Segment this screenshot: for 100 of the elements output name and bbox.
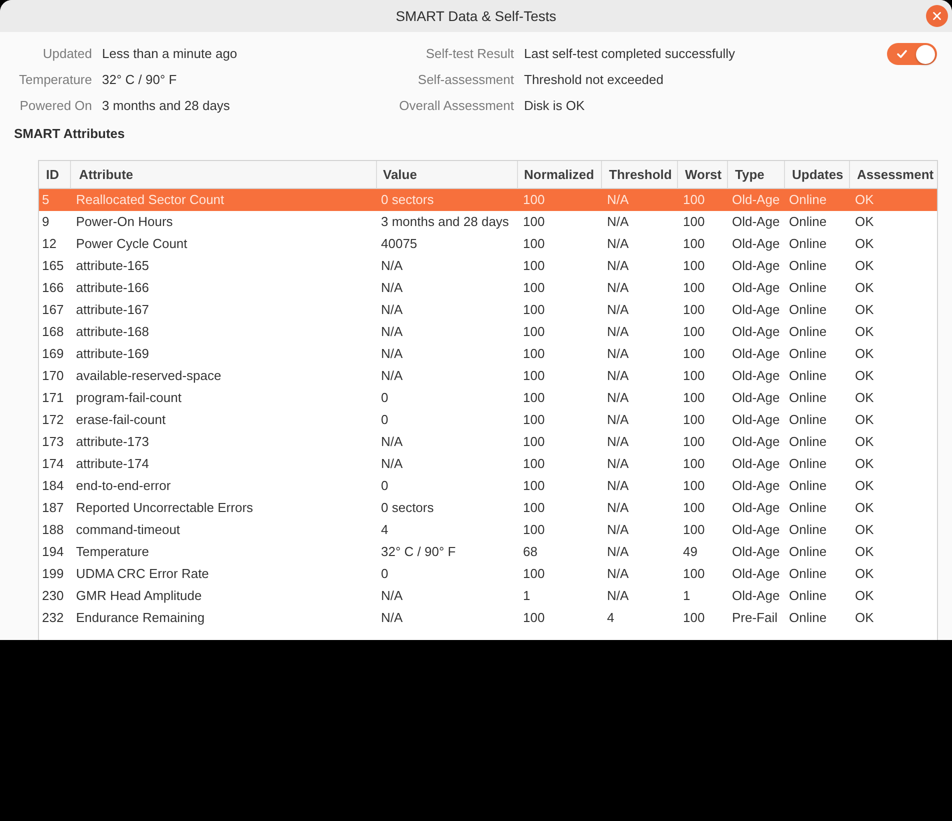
table-cell-text: 4	[380, 521, 390, 540]
table-cell-text: 184	[41, 477, 65, 496]
table-cell-text: Online	[788, 367, 828, 386]
table-cell-text: 12	[41, 235, 58, 254]
table-cell-text: attribute-167	[75, 301, 150, 320]
toggle-switch[interactable]	[887, 43, 937, 65]
table-cell-text: Temperature	[75, 543, 150, 562]
table-cell-text: 100	[522, 477, 546, 496]
table-cell-text: 166	[41, 279, 65, 298]
column-header[interactable]: Normalized	[517, 161, 601, 188]
table-cell-text: Online	[788, 521, 828, 540]
table-cell-text: attribute-166	[75, 279, 150, 298]
table-cell-text: attribute-169	[75, 345, 150, 364]
table-cell-text: Old-Age	[731, 235, 781, 254]
table-cell-text: available-reserved-space	[75, 367, 222, 386]
table-cell-text: 100	[682, 323, 706, 342]
table-cell-text: 100	[682, 565, 706, 584]
info-label: Updated	[42, 45, 92, 64]
table-cell-text: 32° C / 90° F	[380, 543, 457, 562]
table-cell-text: OK	[854, 521, 875, 540]
table-cell-text: Online	[788, 257, 828, 276]
window-title: SMART Data & Self-Tests	[396, 6, 556, 26]
table-cell-text: 171	[41, 389, 65, 408]
table-cell-text: 100	[522, 191, 546, 210]
column-header[interactable]: Value	[376, 161, 517, 188]
table-cell-text: OK	[854, 345, 875, 364]
table-cell-text: 49	[682, 543, 698, 562]
table-cell-text: N/A	[380, 345, 404, 364]
info-label: Overall Assessment	[398, 97, 514, 116]
table-cell-text: OK	[854, 587, 875, 606]
table-cell-text: OK	[854, 235, 875, 254]
table-cell-text: 0	[380, 389, 390, 408]
table-cell-text: N/A	[606, 301, 630, 320]
column-header[interactable]: Attribute	[70, 161, 376, 188]
table-cell-text: N/A	[606, 455, 630, 474]
table-cell-text: 100	[682, 433, 706, 452]
table-cell-text: Online	[788, 301, 828, 320]
table-cell-text: 199	[41, 565, 65, 584]
table-cell-text: OK	[854, 191, 875, 210]
table-cell-text: 100	[682, 367, 706, 386]
table-cell-text: 3 months and 28 days	[380, 213, 510, 232]
table-cell-text: 172	[41, 411, 65, 430]
table-cell-text: 100	[682, 389, 706, 408]
column-header[interactable]: Updates	[784, 161, 849, 188]
info-value: 3 months and 28 days	[102, 97, 231, 116]
table-cell-text: Old-Age	[731, 521, 781, 540]
table-cell-text: 100	[522, 455, 546, 474]
table-cell-text: 100	[522, 411, 546, 430]
table-cell-text: N/A	[606, 279, 630, 298]
table-cell-text: 187	[41, 499, 65, 518]
table-cell-text: 0	[380, 477, 390, 496]
table-cell-text: GMR Head Amplitude	[75, 587, 203, 606]
table-cell-text: 188	[41, 521, 65, 540]
table-cell-text: Old-Age	[731, 499, 781, 518]
table-cell-text: OK	[854, 389, 875, 408]
table-cell-text: Power-On Hours	[75, 213, 174, 232]
table-cell-text: OK	[854, 213, 875, 232]
table-cell-text: N/A	[606, 257, 630, 276]
table-cell-text: 230	[41, 587, 65, 606]
table-cell-text: Old-Age	[731, 433, 781, 452]
table-cell-text: OK	[854, 301, 875, 320]
column-header[interactable]: Type	[727, 161, 784, 188]
section-title: SMART Attributes	[14, 125, 125, 144]
table-cell-text: 100	[682, 499, 706, 518]
table-cell-text: Old-Age	[731, 455, 781, 474]
table-cell-text: Old-Age	[731, 279, 781, 298]
table-cell-text: Online	[788, 587, 828, 606]
table-cell-text: OK	[854, 499, 875, 518]
table-cell-text: OK	[854, 477, 875, 496]
table-cell-text: N/A	[606, 521, 630, 540]
table-cell-text: Online	[788, 389, 828, 408]
table-cell-text: 100	[682, 301, 706, 320]
table-cell-text: 100	[522, 521, 546, 540]
table-cell-text: OK	[854, 609, 875, 628]
check-icon	[897, 50, 907, 58]
table-cell-text: Old-Age	[731, 367, 781, 386]
table-cell-text: attribute-174	[75, 455, 150, 474]
table-cell-text: 165	[41, 257, 65, 276]
table-cell-text: Online	[788, 279, 828, 298]
table-cell-text: OK	[854, 543, 875, 562]
table-cell-text: 100	[682, 345, 706, 364]
table-cell-text: 100	[682, 191, 706, 210]
table-cell-text: Old-Age	[731, 257, 781, 276]
table-cell-text: Pre-Fail	[731, 609, 779, 628]
table-cell-text: Online	[788, 323, 828, 342]
table-cell-text: Endurance Remaining	[75, 609, 206, 628]
table-cell-text: N/A	[606, 191, 630, 210]
table-cell-text: N/A	[380, 279, 404, 298]
table-cell-text: OK	[854, 279, 875, 298]
table-cell-text: Old-Age	[731, 191, 781, 210]
table-cell-text: 40075	[380, 235, 418, 254]
column-header[interactable]: Worst	[677, 161, 727, 188]
table-cell-text: 100	[522, 323, 546, 342]
column-header[interactable]: Assessment	[849, 161, 937, 188]
close-button[interactable]	[926, 5, 948, 27]
table-cell-text: 100	[522, 235, 546, 254]
table-cell-text: 100	[522, 609, 546, 628]
column-header[interactable]: Threshold	[601, 161, 677, 188]
column-header[interactable]: ID	[39, 161, 70, 188]
table-cell-text: N/A	[380, 455, 404, 474]
